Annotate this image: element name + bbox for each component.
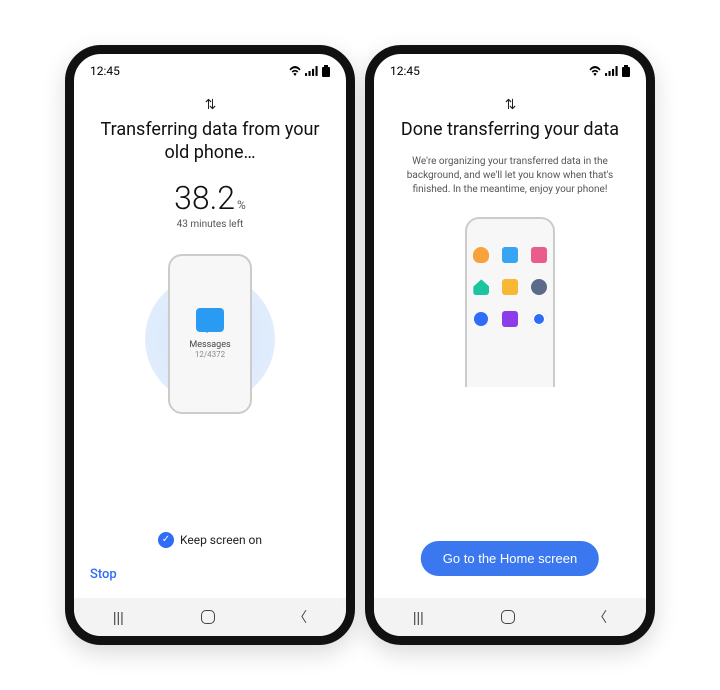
- signal-icon: [305, 66, 319, 76]
- nav-home-icon[interactable]: [501, 610, 515, 624]
- status-indicators: [288, 65, 330, 77]
- percent-symbol: %: [237, 198, 246, 212]
- nav-back-icon[interactable]: 〈: [593, 607, 607, 627]
- nav-recents-icon[interactable]: |||: [113, 609, 124, 625]
- mini-phone-graphic: Messages 12/4372: [168, 254, 252, 414]
- phone-illustration: Messages 12/4372: [140, 244, 280, 424]
- page-title: Done transferring your data: [401, 118, 619, 141]
- settings-icon: [531, 279, 547, 295]
- wifi-icon: [588, 66, 602, 76]
- status-time: 12:45: [90, 64, 120, 78]
- status-bar: 12:45: [374, 54, 646, 88]
- progress-percent: 38.2%: [174, 179, 246, 217]
- wifi-icon: [288, 66, 302, 76]
- phone-frame-left: 12:45 ⇄ Transferring data from your old …: [65, 45, 355, 645]
- messages-icon: [502, 247, 518, 263]
- nav-home-icon[interactable]: [201, 610, 215, 624]
- video-icon: [502, 311, 518, 327]
- transfer-arrows-icon: ⇄: [502, 98, 518, 110]
- check-icon: ✓: [158, 532, 174, 548]
- status-time: 12:45: [390, 64, 420, 78]
- time-remaining: 43 minutes left: [177, 219, 244, 230]
- navigation-bar: ||| 〈: [374, 598, 646, 636]
- nav-recents-icon[interactable]: |||: [413, 609, 424, 625]
- nav-back-icon[interactable]: 〈: [293, 607, 307, 627]
- keep-screen-on-toggle[interactable]: ✓ Keep screen on: [74, 532, 346, 548]
- current-item-label: Messages: [189, 340, 230, 350]
- signal-icon: [605, 66, 619, 76]
- screen-body-transferring: ⇄ Transferring data from your old phone……: [74, 88, 346, 598]
- page-subtitle: We're organizing your transferred data i…: [390, 155, 630, 197]
- home-icon: [473, 279, 489, 295]
- phone-frame-right: 12:45 ⇄ Done transferring your data We'r…: [365, 45, 655, 645]
- battery-icon: [622, 65, 630, 77]
- documents-icon: [502, 279, 518, 295]
- messages-icon: [196, 308, 224, 332]
- stop-button[interactable]: Stop: [90, 567, 117, 582]
- navigation-bar: ||| 〈: [74, 598, 346, 636]
- page-title: Transferring data from your old phone…: [90, 118, 330, 165]
- status-indicators: [588, 65, 630, 77]
- transfer-arrows-icon: ⇄: [202, 98, 218, 110]
- status-bar: 12:45: [74, 54, 346, 88]
- screen-body-done: ⇄ Done transferring your data We're orga…: [374, 88, 646, 598]
- music-icon: [474, 312, 488, 326]
- gallery-icon: [531, 247, 547, 263]
- contacts-icon: [473, 247, 489, 263]
- mini-phone-apps-graphic: [465, 217, 555, 387]
- apps-icon: [532, 312, 546, 326]
- current-item-count: 12/4372: [195, 350, 225, 359]
- keep-screen-label: Keep screen on: [180, 533, 262, 547]
- percent-value: 38.2: [174, 179, 235, 217]
- battery-icon: [322, 65, 330, 77]
- go-home-button[interactable]: Go to the Home screen: [421, 541, 599, 576]
